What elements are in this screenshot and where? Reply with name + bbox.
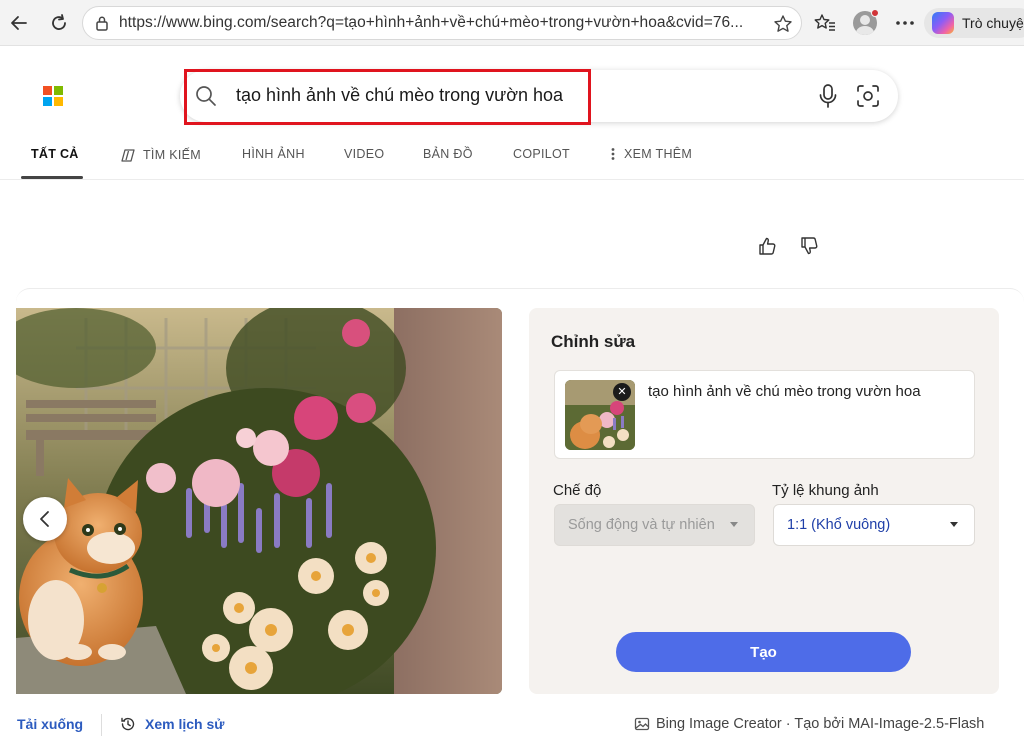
tab-all[interactable]: TẤT CẢ xyxy=(31,147,79,161)
remove-thumbnail-button[interactable]: ✕ xyxy=(613,383,631,401)
search-tabs: TẤT CẢ TÌM KIẾM HÌNH ẢNH VIDEO BẢN ĐỒ CO… xyxy=(0,136,1024,180)
tab-maps[interactable]: BẢN ĐỒ xyxy=(423,147,473,161)
lock-icon[interactable] xyxy=(93,14,111,32)
microphone-icon[interactable] xyxy=(816,83,840,109)
history-link[interactable]: Xem lịch sử xyxy=(120,716,224,732)
tab-images[interactable]: HÌNH ẢNH xyxy=(242,147,305,161)
edit-panel: Chỉnh sửa ✕ tạo hình ảnh về chú mèo tron… xyxy=(529,308,999,694)
create-button[interactable]: Tạo xyxy=(616,632,911,672)
copilot-label: Trò chuyện xyxy=(962,15,1024,31)
prompt-text[interactable]: tạo hình ảnh về chú mèo trong vườn hoa xyxy=(648,383,921,400)
microsoft-logo[interactable] xyxy=(43,86,63,106)
history-label: Xem lịch sử xyxy=(145,716,225,732)
result-footer: Tải xuống Xem lịch sử Bing Image Creator… xyxy=(0,708,1024,740)
tab-more-label: XEM THÊM xyxy=(624,147,693,161)
image-credit: Bing Image Creator · Tạo bởi MAI-Image-2… xyxy=(634,716,984,732)
download-link[interactable]: Tải xuống xyxy=(17,716,83,732)
thumbs-down-icon[interactable] xyxy=(800,236,818,256)
mode-label: Chế độ xyxy=(553,482,602,499)
more-button[interactable] xyxy=(892,10,918,36)
address-bar[interactable]: https://www.bing.com/search?q=tạo+hình+ả… xyxy=(82,6,802,40)
image-credit-text: Bing Image Creator · Tạo bởi MAI-Image-2… xyxy=(656,716,985,732)
favorites-icon xyxy=(814,14,835,31)
star-icon[interactable] xyxy=(773,14,793,34)
favorites-button[interactable] xyxy=(812,10,838,36)
generated-image[interactable] xyxy=(16,308,502,694)
aspect-ratio-label: Tỷ lệ khung ảnh xyxy=(772,482,879,499)
cat-garden-illustration xyxy=(16,308,502,694)
notification-dot xyxy=(871,9,879,17)
thumbs-up-icon[interactable] xyxy=(758,236,776,256)
previous-image-button[interactable] xyxy=(23,497,67,541)
prompt-field[interactable]: ✕ tạo hình ảnh về chú mèo trong vườn hoa xyxy=(554,370,975,459)
tab-videos[interactable]: VIDEO xyxy=(344,147,384,161)
chevron-down-icon xyxy=(730,522,738,527)
tab-more[interactable]: XEM THÊM xyxy=(610,147,692,161)
back-button[interactable] xyxy=(6,10,32,36)
chevron-down-icon xyxy=(950,522,958,527)
highlight-annotation xyxy=(184,69,591,125)
refresh-icon xyxy=(52,14,66,30)
image-icon xyxy=(634,717,650,731)
vertical-dots-icon xyxy=(611,148,615,160)
browser-toolbar: https://www.bing.com/search?q=tạo+hình+ả… xyxy=(0,0,1024,46)
aspect-ratio-value: 1:1 (Khổ vuông) xyxy=(787,517,891,533)
chevron-left-icon xyxy=(40,511,49,527)
footer-divider xyxy=(101,714,102,736)
mode-value: Sống động và tự nhiên xyxy=(568,517,715,533)
copilot-icon xyxy=(121,149,135,162)
active-tab-indicator xyxy=(21,176,83,179)
aspect-ratio-select[interactable]: 1:1 (Khổ vuông) xyxy=(773,504,975,546)
arrow-left-icon xyxy=(11,16,27,30)
refresh-button[interactable] xyxy=(46,10,72,36)
tab-copilot[interactable]: COPILOT xyxy=(513,147,570,161)
more-icon xyxy=(896,21,914,25)
tab-search-label: TÌM KIẾM xyxy=(143,148,201,162)
edit-panel-title: Chỉnh sửa xyxy=(551,332,636,351)
history-icon xyxy=(121,717,135,731)
tab-search[interactable]: TÌM KIẾM xyxy=(119,147,201,163)
copilot-icon xyxy=(932,12,954,34)
camera-icon[interactable] xyxy=(856,83,880,109)
url-text[interactable]: https://www.bing.com/search?q=tạo+hình+ả… xyxy=(119,14,759,32)
copilot-chat-button[interactable]: Trò chuyện xyxy=(924,8,1024,38)
mode-select: Sống động và tự nhiên xyxy=(554,504,755,546)
